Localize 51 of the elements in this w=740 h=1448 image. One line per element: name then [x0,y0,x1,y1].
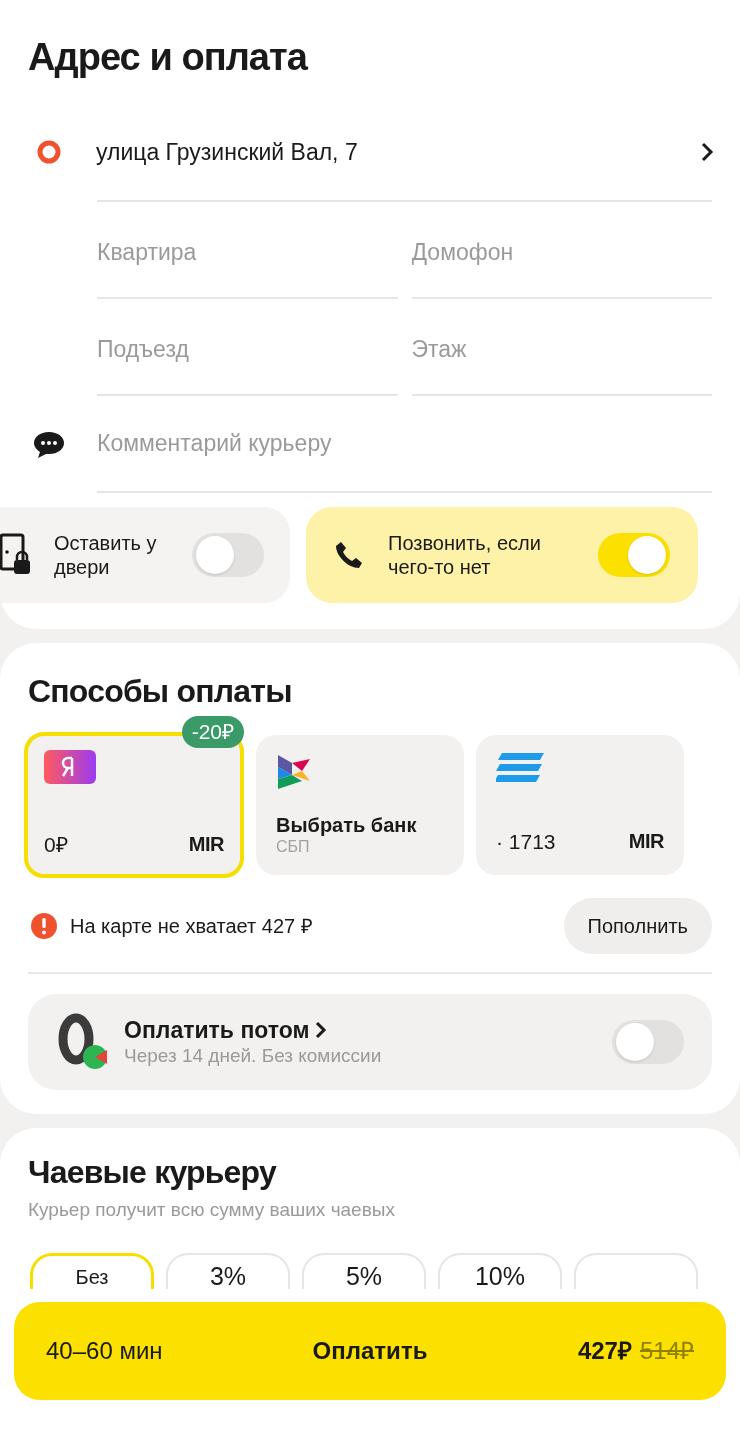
tip-option[interactable]: 10% [438,1252,562,1289]
pay-later-title: Оплатить потом [124,1016,310,1044]
input-field[interactable]: Домофон [411,202,712,299]
price: 427₽ [577,1336,632,1366]
payment-method-card[interactable]: Выбрать банк СБП [256,735,464,875]
tip-option[interactable] [574,1252,698,1289]
section-subtitle: Курьер получит всю сумму ваших чаевых [27,1198,396,1222]
phone-icon [334,540,364,570]
door-lock-icon [0,533,32,577]
pay-later-subtitle: Через 14 дней. Без комиссии [124,1044,383,1068]
top-up-button[interactable]: Пополнить [563,898,712,954]
page-title: Адрес и оплата [27,35,309,80]
bank-sublabel: СБП [276,837,311,857]
option-label: Позвонить, если чего-то нет [388,531,542,579]
payment-network-logo: MIR [628,829,664,855]
pay-later-logo-icon [58,1013,110,1071]
address-row[interactable]: улица Грузинский Вал, 7 [0,104,740,200]
old-price: 514₽ [639,1336,694,1366]
pay-button[interactable]: 40–60 мин Оплатить 427₽ 514₽ [14,1302,726,1400]
bank-logo-icon [496,753,544,783]
delivery-time: 40–60 мин [46,1336,164,1366]
location-pin-icon [36,139,62,165]
card-amount: 0₽ [44,831,68,858]
chevron-right-icon [315,1021,328,1039]
discount-badge: -20₽ [181,716,244,748]
chevron-right-icon [700,142,714,162]
input-field[interactable]: Подъезд [97,299,398,396]
warning-icon [30,912,58,940]
payment-network-logo: MIR [188,832,224,858]
comment-field[interactable]: Комментарий курьеру [97,396,712,493]
tip-option[interactable]: 3% [166,1252,290,1289]
chat-bubble-icon [32,429,66,460]
option-label: Оставить у двери [54,531,158,579]
warning-text: На карте не хватает 427 ₽ [70,914,314,939]
section-title: Чаевые курьеру [27,1153,278,1192]
tip-option[interactable]: 5% [302,1252,426,1289]
option-card[interactable]: Позвонить, если чего-то нет [306,507,698,603]
toggle-switch[interactable] [192,533,264,577]
section-title: Способы оплаты [27,672,293,711]
card-amount: · 1713 [496,828,556,855]
toggle-switch[interactable] [612,1020,684,1064]
pay-label: Оплатить [312,1336,428,1366]
input-field[interactable]: Этаж [411,299,712,396]
toggle-switch[interactable] [598,533,670,577]
option-card[interactable]: Оставить у двери [0,507,290,603]
bank-label: Выбрать банк [276,813,418,837]
input-field[interactable]: Квартира [97,202,398,299]
wallet-logo-icon [44,750,96,784]
address-text: улица Грузинский Вал, 7 [96,137,359,167]
payment-method-card[interactable]: · 1713 MIR [476,735,684,875]
pay-later-card[interactable]: Оплатить потом Через 14 дней. Без комиссии [28,994,712,1090]
